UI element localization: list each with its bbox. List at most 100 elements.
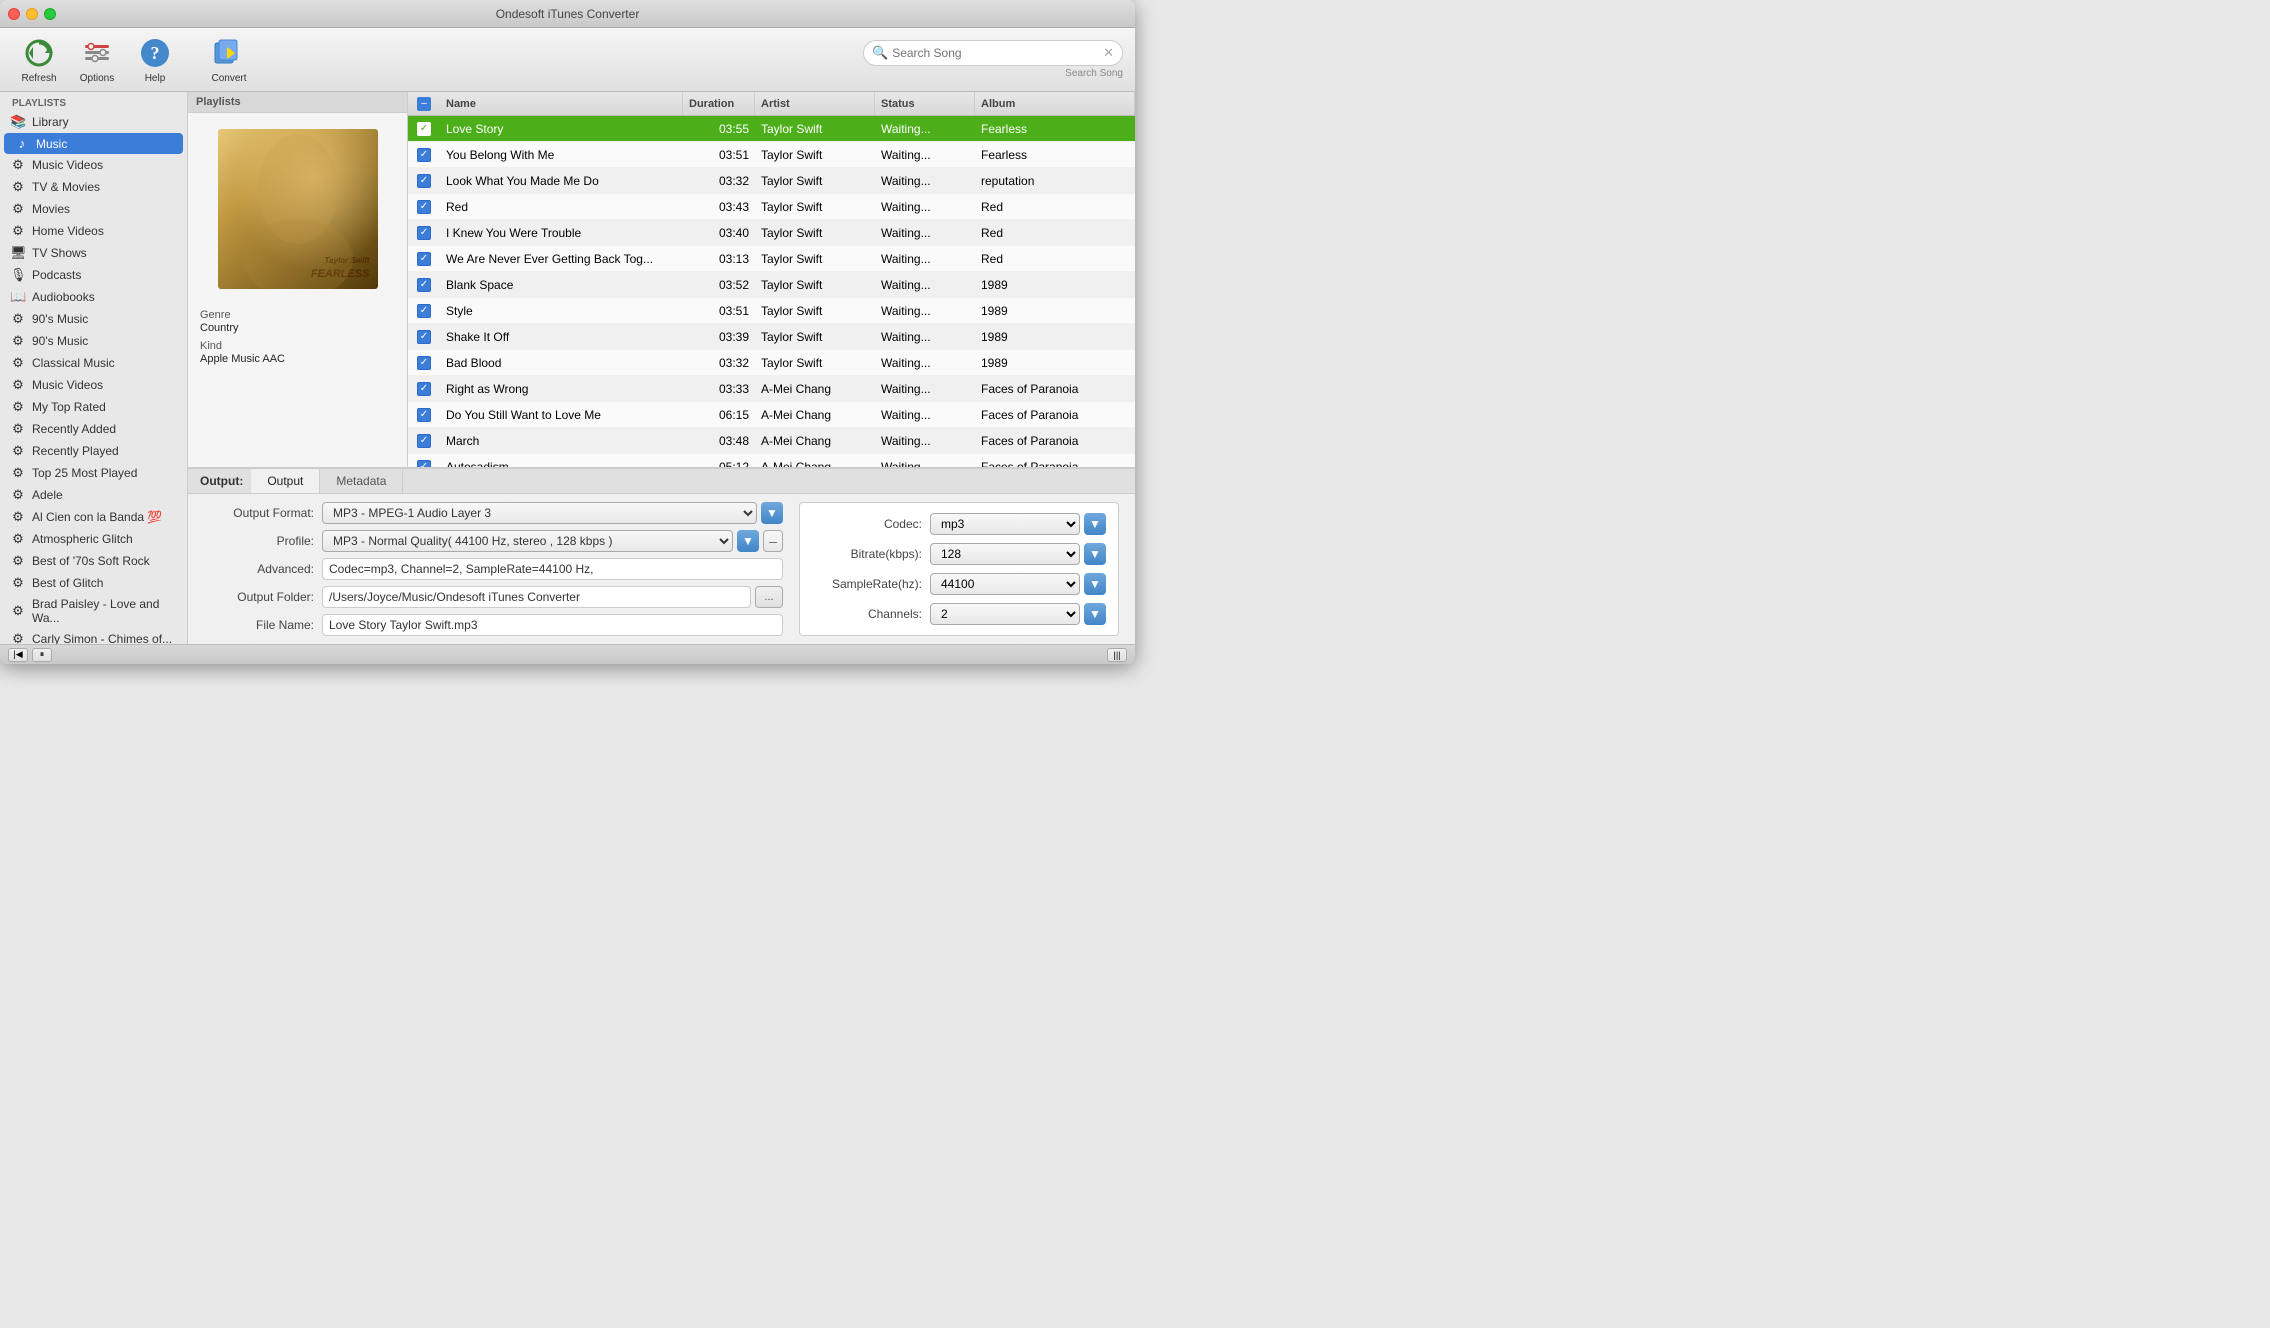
- sidebar-item-tv-movies[interactable]: ⚙ TV & Movies: [0, 176, 187, 198]
- channels-dropdown-btn[interactable]: ▼: [1084, 603, 1106, 625]
- checkbox-12[interactable]: ✓: [417, 434, 431, 448]
- bitrate-dropdown-btn[interactable]: ▼: [1084, 543, 1106, 565]
- table-row[interactable]: ✓ Blank Space 03:52 Taylor Swift Waiting…: [408, 272, 1135, 298]
- clear-search-icon[interactable]: ✕: [1103, 45, 1114, 61]
- minimize-button[interactable]: [26, 8, 38, 20]
- sidebar-item-tv-shows[interactable]: 🖥 TV Shows: [0, 242, 187, 264]
- bottom-btn-right[interactable]: |||: [1107, 648, 1127, 662]
- table-row[interactable]: ✓ I Knew You Were Trouble 03:40 Taylor S…: [408, 220, 1135, 246]
- codec-select[interactable]: mp3: [930, 513, 1080, 535]
- sidebar-item-adele[interactable]: ⚙ Adele: [0, 484, 187, 506]
- samplerate-select[interactable]: 44100: [930, 573, 1080, 595]
- sidebar-item-music-videos2[interactable]: ⚙ Music Videos: [0, 374, 187, 396]
- table-row[interactable]: ✓ We Are Never Ever Getting Back Tog... …: [408, 246, 1135, 272]
- sidebar-item-audiobooks[interactable]: 📖 Audiobooks: [0, 286, 187, 308]
- td-check-7[interactable]: ✓: [408, 304, 440, 318]
- table-row[interactable]: ✓ Shake It Off 03:39 Taylor Swift Waitin…: [408, 324, 1135, 350]
- convert-button[interactable]: Convert: [202, 31, 256, 88]
- td-check-9[interactable]: ✓: [408, 356, 440, 370]
- search-box[interactable]: 🔍 ✕: [863, 40, 1123, 66]
- options-button[interactable]: Options: [70, 31, 124, 88]
- table-row[interactable]: ✓ Right as Wrong 03:33 A-Mei Chang Waiti…: [408, 376, 1135, 402]
- checkbox-13[interactable]: ✓: [417, 460, 431, 468]
- table-row[interactable]: ✓ Love Story 03:55 Taylor Swift Waiting.…: [408, 116, 1135, 142]
- sidebar-item-music-videos[interactable]: ⚙ Music Videos: [0, 154, 187, 176]
- sidebar-item-top-rated[interactable]: ⚙ My Top Rated: [0, 396, 187, 418]
- checkbox-2[interactable]: ✓: [417, 174, 431, 188]
- format-select[interactable]: MP3 - MPEG-1 Audio Layer 3: [322, 502, 757, 524]
- sidebar-item-podcasts[interactable]: 🎙 Podcasts: [0, 264, 187, 286]
- help-button[interactable]: ? Help: [128, 31, 182, 88]
- checkbox-6[interactable]: ✓: [417, 278, 431, 292]
- refresh-button[interactable]: Refresh: [12, 31, 66, 88]
- sidebar-item-classical[interactable]: ⚙ Classical Music: [0, 352, 187, 374]
- td-check-13[interactable]: ✓: [408, 460, 440, 468]
- sidebar-item-recently-added[interactable]: ⚙ Recently Added: [0, 418, 187, 440]
- checkbox-11[interactable]: ✓: [417, 408, 431, 422]
- sidebar-item-recently-played[interactable]: ⚙ Recently Played: [0, 440, 187, 462]
- format-dropdown-btn[interactable]: ▼: [761, 502, 783, 524]
- bottom-btn-pause[interactable]: ⏸: [32, 648, 52, 662]
- td-check-3[interactable]: ✓: [408, 200, 440, 214]
- td-check-6[interactable]: ✓: [408, 278, 440, 292]
- td-check-5[interactable]: ✓: [408, 252, 440, 266]
- sidebar-item-library[interactable]: 📚 Library: [0, 111, 187, 133]
- checkbox-10[interactable]: ✓: [417, 382, 431, 396]
- folder-browse-btn[interactable]: ...: [755, 586, 783, 608]
- checkbox-3[interactable]: ✓: [417, 200, 431, 214]
- th-artist[interactable]: Artist: [755, 92, 875, 115]
- td-check-4[interactable]: ✓: [408, 226, 440, 240]
- sidebar-item-carly-simon[interactable]: ⚙ Carly Simon - Chimes of...: [0, 628, 187, 644]
- td-check-11[interactable]: ✓: [408, 408, 440, 422]
- th-album[interactable]: Album: [975, 92, 1135, 115]
- bottom-btn-left[interactable]: |◀: [8, 648, 28, 662]
- sidebar-item-90s-music2[interactable]: ⚙ 90's Music: [0, 330, 187, 352]
- samplerate-dropdown-btn[interactable]: ▼: [1084, 573, 1106, 595]
- checkbox-1[interactable]: ✓: [417, 148, 431, 162]
- sidebar-item-al-cien[interactable]: ⚙ Al Cien con la Banda 💯: [0, 506, 187, 528]
- tab-output[interactable]: Output: [251, 469, 320, 493]
- check-all-box[interactable]: –: [417, 97, 431, 111]
- table-row[interactable]: ✓ Do You Still Want to Love Me 06:15 A-M…: [408, 402, 1135, 428]
- advanced-input[interactable]: [322, 558, 783, 580]
- td-check-2[interactable]: ✓: [408, 174, 440, 188]
- sidebar-item-atmospheric[interactable]: ⚙ Atmospheric Glitch: [0, 528, 187, 550]
- th-name[interactable]: Name: [440, 92, 683, 115]
- table-row[interactable]: ✓ Red 03:43 Taylor Swift Waiting... Red: [408, 194, 1135, 220]
- profile-dropdown-btn[interactable]: ▼: [737, 530, 759, 552]
- sidebar-item-best-glitch[interactable]: ⚙ Best of Glitch: [0, 572, 187, 594]
- search-input[interactable]: [892, 46, 1099, 60]
- checkbox-4[interactable]: ✓: [417, 226, 431, 240]
- checkbox-8[interactable]: ✓: [417, 330, 431, 344]
- filename-input[interactable]: [322, 614, 783, 636]
- th-status[interactable]: Status: [875, 92, 975, 115]
- sidebar-item-movies[interactable]: ⚙ Movies: [0, 198, 187, 220]
- table-row[interactable]: ✓ March 03:48 A-Mei Chang Waiting... Fac…: [408, 428, 1135, 454]
- profile-minus-btn[interactable]: –: [763, 530, 783, 552]
- td-check-10[interactable]: ✓: [408, 382, 440, 396]
- bitrate-select[interactable]: 128: [930, 543, 1080, 565]
- td-check-0[interactable]: ✓: [408, 122, 440, 136]
- th-check-all[interactable]: –: [408, 97, 440, 111]
- table-row[interactable]: ✓ Autosadism 05:12 A-Mei Chang Waiting..…: [408, 454, 1135, 467]
- sidebar-item-music[interactable]: ♪ Music: [4, 133, 183, 154]
- table-row[interactable]: ✓ Look What You Made Me Do 03:32 Taylor …: [408, 168, 1135, 194]
- folder-input[interactable]: [322, 586, 751, 608]
- sidebar-item-best-70s[interactable]: ⚙ Best of '70s Soft Rock: [0, 550, 187, 572]
- sidebar-item-top25[interactable]: ⚙ Top 25 Most Played: [0, 462, 187, 484]
- sidebar-item-home-videos[interactable]: ⚙ Home Videos: [0, 220, 187, 242]
- close-button[interactable]: [8, 8, 20, 20]
- checkbox-5[interactable]: ✓: [417, 252, 431, 266]
- th-duration[interactable]: Duration: [683, 92, 755, 115]
- td-check-12[interactable]: ✓: [408, 434, 440, 448]
- table-row[interactable]: ✓ You Belong With Me 03:51 Taylor Swift …: [408, 142, 1135, 168]
- sidebar-item-brad-paisley[interactable]: ⚙ Brad Paisley - Love and Wa...: [0, 594, 187, 628]
- codec-dropdown-btn[interactable]: ▼: [1084, 513, 1106, 535]
- maximize-button[interactable]: [44, 8, 56, 20]
- checkbox-0[interactable]: ✓: [417, 122, 431, 136]
- tab-metadata[interactable]: Metadata: [320, 469, 403, 493]
- table-row[interactable]: ✓ Bad Blood 03:32 Taylor Swift Waiting..…: [408, 350, 1135, 376]
- table-row[interactable]: ✓ Style 03:51 Taylor Swift Waiting... 19…: [408, 298, 1135, 324]
- channels-select[interactable]: 2: [930, 603, 1080, 625]
- checkbox-9[interactable]: ✓: [417, 356, 431, 370]
